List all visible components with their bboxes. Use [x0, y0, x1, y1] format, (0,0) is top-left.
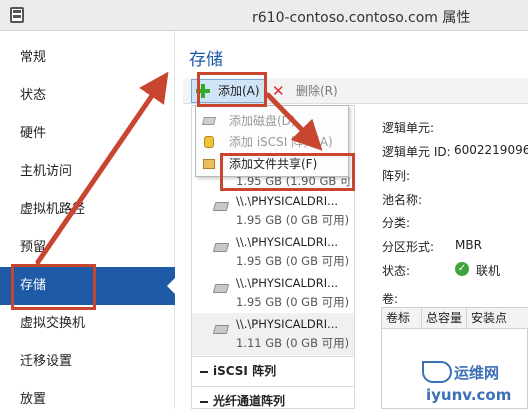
hard-drive-icon — [212, 202, 230, 211]
menu-item-add-file-share[interactable]: 添加文件共享(F) — [196, 154, 348, 174]
sidebar-item-vm-paths[interactable]: 虚拟机路径 — [0, 191, 175, 229]
sidebar-item-host-access[interactable]: 主机访问 — [0, 153, 175, 191]
sidebar-item-hardware[interactable]: 硬件 — [0, 115, 175, 153]
logical-unit-label: 逻辑单元: — [382, 121, 435, 135]
collapse-dash-icon — [200, 370, 208, 373]
pool-name-label: 池名称: — [382, 193, 423, 207]
logical-unit-id-label: 逻辑单元 ID: — [382, 145, 451, 159]
sidebar-item-virtual-switches[interactable]: 虚拟交换机 — [0, 305, 175, 343]
disk-icon — [201, 117, 217, 125]
sidebar-item-placement[interactable]: 放置 — [0, 381, 175, 409]
column-header[interactable]: 安装点 — [467, 308, 528, 329]
group-label: 光纤通道阵列 — [213, 394, 286, 408]
menu-item-label: 添加 iSCSI 阵列(A) — [229, 135, 333, 149]
sidebar-item-general[interactable]: 常规 — [0, 39, 175, 77]
sidebar: 常规 状态 硬件 主机访问 虚拟机路径 预留 存储 虚拟交换机 迁移设置 放置 — [0, 31, 175, 409]
disk-row[interactable]: \\.\PHYSICALDRI... 1.95 GB (0 GB 可用) — [192, 190, 354, 232]
column-header[interactable]: 总容量 — [422, 308, 467, 329]
volume-label: 卷: — [382, 292, 399, 306]
menu-item-add-disk[interactable]: 添加磁盘(D) — [196, 111, 348, 131]
menu-item-add-iscsi-array[interactable]: 添加 iSCSI 阵列(A) — [196, 132, 348, 152]
disk-size: 1.11 GB (0 GB 可用) — [236, 336, 350, 350]
disk-size: 1.95 GB (0 GB 可用) — [236, 295, 350, 309]
group-label: iSCSI 阵列 — [213, 364, 277, 378]
app-window-icon — [10, 7, 24, 23]
storage-array-icon — [204, 136, 214, 148]
column-header[interactable]: 卷标 — [382, 308, 422, 329]
disk-size: 1.95 GB (1.90 GB 可用) — [236, 177, 355, 188]
partition-style-label: 分区形式: — [382, 240, 435, 254]
hard-drive-icon — [212, 284, 230, 293]
disk-name: \\.\PHYSICALDRI... — [236, 276, 339, 290]
classification-label: 分类: — [382, 216, 411, 230]
menu-item-label: 添加磁盘(D) — [229, 114, 296, 128]
sidebar-item-status[interactable]: 状态 — [0, 77, 175, 115]
title-bar: r610-contoso.contoso.com 属性 — [0, 0, 528, 31]
sidebar-item-storage[interactable]: 存储 — [0, 267, 175, 305]
group-header-fibre-channel[interactable]: 光纤通道阵列 — [192, 386, 354, 408]
add-dropdown-menu: 添加磁盘(D) 添加 iSCSI 阵列(A) 添加文件共享(F) — [195, 105, 349, 177]
online-check-icon: ✓ — [455, 262, 469, 276]
group-header-iscsi[interactable]: iSCSI 阵列 — [192, 356, 354, 384]
watermark-logo-icon — [422, 361, 452, 383]
partition-style-value: MBR — [455, 238, 482, 252]
disk-size: 1.95 GB (0 GB 可用) — [236, 213, 350, 227]
remove-button[interactable]: 删除(R) — [272, 80, 338, 102]
status-value: 联机 — [476, 264, 501, 278]
watermark-url: iyunv.com — [426, 386, 512, 404]
hard-drive-icon — [212, 243, 230, 252]
window-title: r610-contoso.contoso.com 属性 — [252, 10, 471, 26]
file-share-icon — [203, 159, 215, 169]
page-title: 存储 — [189, 50, 223, 70]
disk-row[interactable]: \\.\PHYSICALDRI... 1.95 GB (0 GB 可用) — [192, 231, 354, 273]
logical-unit-id-value: 60022190969 — [454, 143, 528, 157]
array-label: 阵列: — [382, 169, 411, 183]
hard-drive-icon — [212, 325, 230, 334]
watermark-brand: 运维网 — [454, 364, 500, 382]
sidebar-item-migration-settings[interactable]: 迁移设置 — [0, 343, 175, 381]
sidebar-item-reserves[interactable]: 预留 — [0, 229, 175, 267]
disk-row[interactable]: \\.\PHYSICALDRI... 1.95 GB (0 GB 可用) — [192, 272, 354, 314]
disk-name: \\.\PHYSICALDRI... — [236, 317, 339, 331]
plus-icon — [196, 84, 210, 98]
collapse-dash-icon — [200, 400, 208, 403]
status-label: 状态: — [382, 264, 411, 278]
menu-item-label: 添加文件共享(F) — [229, 157, 318, 171]
disk-name: \\.\PHYSICALDRI... — [236, 235, 339, 249]
disk-name: \\.\PHYSICALDRI... — [236, 194, 339, 208]
disk-size: 1.95 GB (0 GB 可用) — [236, 254, 350, 268]
disk-row-selected[interactable]: \\.\PHYSICALDRI... 1.11 GB (0 GB 可用) — [192, 313, 354, 355]
